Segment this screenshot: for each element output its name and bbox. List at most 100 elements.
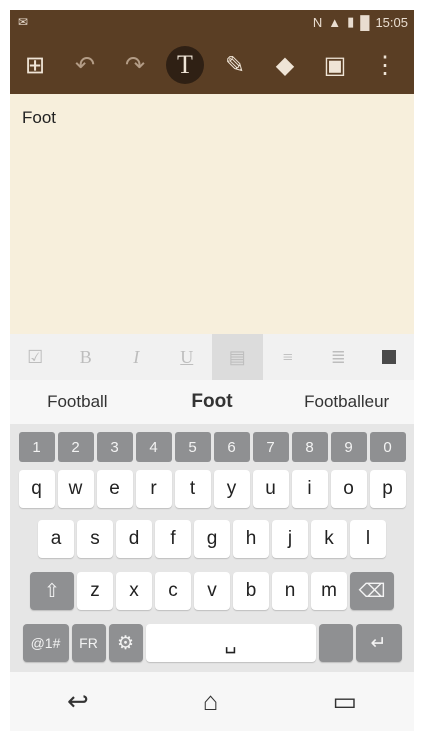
key-s[interactable]: s: [77, 520, 113, 558]
key-x[interactable]: x: [116, 572, 152, 610]
color-swatch-icon: [381, 350, 396, 364]
align-left-button[interactable]: ▤: [212, 334, 263, 380]
backspace-key[interactable]: ⌫: [350, 572, 394, 610]
key-q[interactable]: q: [18, 470, 55, 508]
more-button[interactable]: ⋮: [360, 36, 410, 94]
suggestion-left[interactable]: Football: [10, 392, 145, 412]
key-6[interactable]: 6: [213, 432, 250, 462]
key-7[interactable]: 7: [252, 432, 289, 462]
key-g[interactable]: g: [194, 520, 230, 558]
key-c[interactable]: c: [155, 572, 191, 610]
clock: 15:05: [375, 14, 408, 30]
bottom-row: @1# FR ⚙ ␣ ↵: [10, 624, 414, 662]
text-tool-icon: T: [177, 50, 193, 79]
underline-button[interactable]: U: [162, 334, 213, 380]
key-h[interactable]: h: [233, 520, 269, 558]
back-icon[interactable]: ↩: [67, 686, 89, 717]
grid-button[interactable]: ⊞: [10, 36, 60, 94]
bold-icon: B: [79, 346, 92, 367]
suggestion-bar: Football Foot Footballeur: [10, 380, 414, 424]
italic-button[interactable]: I: [111, 334, 162, 380]
space-icon: ␣: [224, 632, 237, 654]
align-right-button[interactable]: ≣: [313, 334, 364, 380]
checkbox-button[interactable]: ☑: [10, 334, 61, 380]
key-f[interactable]: f: [155, 520, 191, 558]
align-center-button[interactable]: ≡: [263, 334, 314, 380]
checkbox-icon: ☑: [27, 346, 44, 367]
letter-row-2: a s d f g h j k l: [10, 520, 414, 558]
align-center-icon: ≡: [282, 346, 293, 367]
key-j[interactable]: j: [272, 520, 308, 558]
toolbar: ⊞ ↶ ↷ T ✎ ◆ ▣ ⋮: [10, 36, 414, 94]
key-8[interactable]: 8: [291, 432, 328, 462]
settings-key[interactable]: ⚙: [108, 624, 143, 662]
key-n[interactable]: n: [272, 572, 308, 610]
key-d[interactable]: d: [116, 520, 152, 558]
key-5[interactable]: 5: [174, 432, 211, 462]
key-v[interactable]: v: [194, 572, 230, 610]
key-p[interactable]: p: [369, 470, 406, 508]
shift-key[interactable]: ⇧: [30, 572, 74, 610]
note-area[interactable]: Foot: [10, 94, 414, 334]
note-text: Foot: [22, 108, 57, 127]
status-icons: N ▲ ▮ █ 15:05: [313, 14, 408, 30]
redo-icon: ↷: [124, 51, 146, 79]
pen-button[interactable]: ✎: [210, 36, 260, 94]
format-bar: ☑ B I U ▤ ≡ ≣: [10, 334, 414, 380]
navigation-bar: ↩ ⌂ ▭: [10, 672, 414, 731]
wifi-icon: ▲: [328, 14, 342, 30]
key-z[interactable]: z: [77, 572, 113, 610]
suggestion-center[interactable]: Foot: [145, 391, 280, 413]
suggestion-right[interactable]: Footballeur: [279, 392, 414, 412]
status-bar: ✉ N ▲ ▮ █ 15:05: [10, 10, 414, 36]
language-key[interactable]: FR: [71, 624, 106, 662]
key-4[interactable]: 4: [135, 432, 172, 462]
backspace-icon: ⌫: [358, 580, 386, 602]
save-button[interactable]: ▣: [310, 36, 360, 94]
symbols-key[interactable]: @1#: [22, 624, 69, 662]
key-3[interactable]: 3: [96, 432, 133, 462]
more-icon: ⋮: [373, 51, 397, 79]
redo-button[interactable]: ↷: [110, 36, 160, 94]
key-e[interactable]: e: [96, 470, 133, 508]
text-tool-button[interactable]: T: [160, 36, 210, 94]
nfc-icon: N: [312, 14, 323, 30]
key-r[interactable]: r: [135, 470, 172, 508]
key-9[interactable]: 9: [330, 432, 367, 462]
pen-icon: ✎: [224, 51, 246, 79]
gear-icon: ⚙: [116, 632, 135, 654]
key-m[interactable]: m: [311, 572, 347, 610]
key-i[interactable]: i: [291, 470, 328, 508]
phone-screen: ✉ N ▲ ▮ █ 15:05 ⊞ ↶ ↷ T ✎ ◆ ▣ ⋮ Foot ☑ B…: [10, 0, 414, 731]
punctuation-key[interactable]: [318, 624, 353, 662]
italic-icon: I: [133, 346, 140, 367]
key-b[interactable]: b: [233, 572, 269, 610]
key-l[interactable]: l: [350, 520, 386, 558]
key-1[interactable]: 1: [18, 432, 55, 462]
recent-apps-icon[interactable]: ▭: [332, 686, 357, 717]
bold-button[interactable]: B: [61, 334, 112, 380]
eraser-button[interactable]: ◆: [260, 36, 310, 94]
align-left-icon: ▤: [228, 346, 246, 367]
key-a[interactable]: a: [38, 520, 74, 558]
key-u[interactable]: u: [252, 470, 289, 508]
home-icon[interactable]: ⌂: [203, 686, 219, 717]
battery-icon: █: [360, 14, 370, 30]
key-o[interactable]: o: [330, 470, 367, 508]
letter-row-3: ⇧ z x c v b n m ⌫: [10, 572, 414, 610]
notification-icon: ✉: [18, 15, 29, 29]
underline-icon: U: [180, 346, 194, 367]
enter-key[interactable]: ↵: [355, 624, 402, 662]
letter-row-1: q w e r t y u i o p: [10, 470, 414, 508]
undo-button[interactable]: ↶: [60, 36, 110, 94]
key-0[interactable]: 0: [369, 432, 406, 462]
save-icon: ▣: [323, 51, 347, 79]
number-row: 1 2 3 4 5 6 7 8 9 0: [10, 432, 414, 462]
space-key[interactable]: ␣: [145, 624, 316, 662]
key-w[interactable]: w: [57, 470, 94, 508]
key-t[interactable]: t: [174, 470, 211, 508]
color-button[interactable]: [364, 334, 415, 380]
key-k[interactable]: k: [311, 520, 347, 558]
key-2[interactable]: 2: [57, 432, 94, 462]
key-y[interactable]: y: [213, 470, 250, 508]
